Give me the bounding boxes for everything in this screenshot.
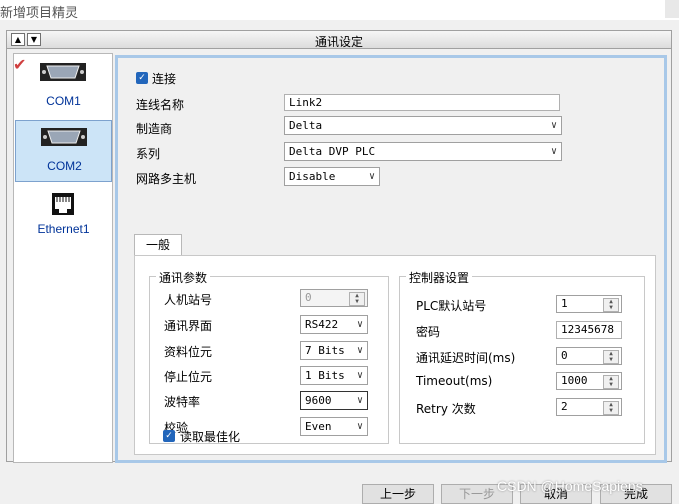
timeout-label: Timeout(ms) (416, 374, 493, 388)
spin-arrows-icon[interactable]: ▲ ▼ (603, 401, 619, 415)
data-bits-value: 7 Bits (305, 344, 345, 357)
password-label: 密码 (416, 325, 441, 339)
title-bar: 新增项目精灵 (0, 0, 679, 21)
delay-label: 通讯延迟时间(ms) (416, 351, 516, 365)
series-value: Delta DVP PLC (289, 145, 376, 158)
conn-name-input[interactable]: Link2 (284, 94, 560, 111)
series-select[interactable]: Delta DVP PLC ∨ (284, 142, 562, 161)
serial-port-icon (40, 63, 86, 81)
stop-bits-select[interactable]: 1 Bits ∨ (300, 366, 368, 385)
device-label: COM1 (46, 94, 81, 108)
chevron-down-icon: ∨ (550, 120, 557, 131)
interface-value: RS422 (305, 318, 339, 331)
chevron-down-icon: ∨ (368, 171, 375, 182)
header-bar: ▲ ▼ 通讯设定 (7, 31, 671, 49)
interface-label: 通讯界面 (164, 319, 213, 333)
interface-select[interactable]: RS422 ∨ (300, 315, 368, 334)
chevron-down-icon: ∨ (550, 146, 557, 157)
prev-button[interactable]: 上一步 (362, 484, 434, 504)
spin-arrows-icon[interactable]: ▲ ▼ (603, 298, 619, 312)
plc-station-value: 1 (561, 297, 568, 310)
device-com1[interactable]: COM1 (15, 56, 112, 118)
delay-spinner[interactable]: 0 ▲ ▼ (556, 347, 622, 365)
baud-select[interactable]: 9600 ∨ (300, 391, 368, 410)
window-title: 新增项目精灵 (0, 6, 79, 21)
timeout-value: 1000 (561, 374, 588, 387)
data-bits-select[interactable]: 7 Bits ∨ (300, 341, 368, 360)
manufacturer-label: 制造商 (136, 122, 173, 136)
hmi-station-value: 0 (305, 291, 312, 304)
device-label: Ethernet1 (37, 222, 90, 236)
selected-check-icon: ✔ (13, 55, 27, 74)
close-button[interactable] (665, 0, 679, 18)
chevron-down-icon: ∨ (356, 395, 363, 406)
stop-bits-value: 1 Bits (305, 369, 345, 382)
spin-arrows-icon[interactable]: ▲ ▼ (603, 375, 619, 389)
spin-arrows-icon: ▲ ▼ (349, 292, 365, 306)
manufacturer-select[interactable]: Delta ∨ (284, 116, 562, 135)
chevron-down-icon: ∨ (356, 319, 363, 330)
password-input[interactable]: 12345678 (556, 321, 622, 339)
optimize-label: 读取最佳化 (180, 430, 241, 444)
retry-spinner[interactable]: 2 ▲ ▼ (556, 398, 622, 416)
chevron-down-icon: ∨ (356, 370, 363, 381)
tab-general[interactable]: 一般 (134, 234, 182, 256)
chevron-down-icon: ∨ (356, 345, 363, 356)
serial-port-icon (41, 128, 87, 146)
plc-station-label: PLC默认站号 (416, 299, 487, 313)
multi-host-value: Disable (289, 170, 336, 183)
chevron-down-icon: ∨ (356, 421, 363, 432)
retry-value: 2 (561, 400, 568, 413)
general-tab-panel: 通讯参数 人机站号 0 ▲ ▼ 通讯界面 RS422 ∨ 资料位元 7 Bits ∨ 停… (134, 255, 656, 455)
comm-params-title: 通讯参数 (156, 269, 211, 286)
conn-name-label: 连线名称 (136, 98, 185, 112)
series-label: 系列 (136, 147, 161, 161)
controller-settings-title: 控制器设置 (406, 269, 473, 286)
spin-arrows-icon[interactable]: ▲ ▼ (603, 350, 619, 364)
hmi-station-label: 人机站号 (164, 293, 213, 307)
delay-value: 0 (561, 349, 568, 362)
multi-host-select[interactable]: Disable ∨ (284, 167, 380, 186)
baud-label: 波特率 (164, 395, 201, 409)
settings-panel: ✓ 连接 连线名称 Link2 制造商 Delta ∨ 系列 Delta DVP … (115, 55, 667, 463)
baud-value: 9600 (305, 394, 332, 407)
device-label: COM2 (47, 159, 82, 173)
ethernet-port-icon (52, 193, 74, 215)
plc-station-spinner[interactable]: 1 ▲ ▼ (556, 295, 622, 313)
comm-params-group: 通讯参数 人机站号 0 ▲ ▼ 通讯界面 RS422 ∨ 资料位元 7 Bits ∨ 停… (149, 269, 389, 444)
stop-bits-label: 停止位元 (164, 370, 213, 384)
connect-label: 连接 (152, 72, 177, 86)
header-title: 通讯设定 (314, 35, 363, 49)
connect-checkbox[interactable]: ✓ (136, 72, 148, 84)
parity-value: Even (305, 420, 332, 433)
parity-select[interactable]: Even ∨ (300, 417, 368, 436)
optimize-checkbox[interactable]: ✓ (163, 430, 175, 442)
hmi-station-spinner: 0 ▲ ▼ (300, 289, 368, 307)
device-com2[interactable]: COM2 (15, 120, 112, 182)
device-ethernet1[interactable]: Ethernet1 (15, 186, 112, 248)
device-list: COM1 COM2 Ethernet1 (13, 53, 113, 463)
wizard-window: ▲ ▼ 通讯设定 COM1 COM2 Ethernet1 ✔ ✓ 连接 连线名称… (6, 30, 672, 463)
retry-label: Retry 次数 (416, 402, 476, 416)
multi-host-label: 网路多主机 (136, 172, 197, 186)
data-bits-label: 资料位元 (164, 345, 213, 359)
timeout-spinner[interactable]: 1000 ▲ ▼ (556, 372, 622, 390)
controller-settings-group: 控制器设置 PLC默认站号 1 ▲ ▼ 密码 12345678 通讯延迟时间(ms)… (399, 269, 645, 444)
manufacturer-value: Delta (289, 119, 323, 132)
watermark: CSDN @HomeSapiens (497, 478, 643, 494)
